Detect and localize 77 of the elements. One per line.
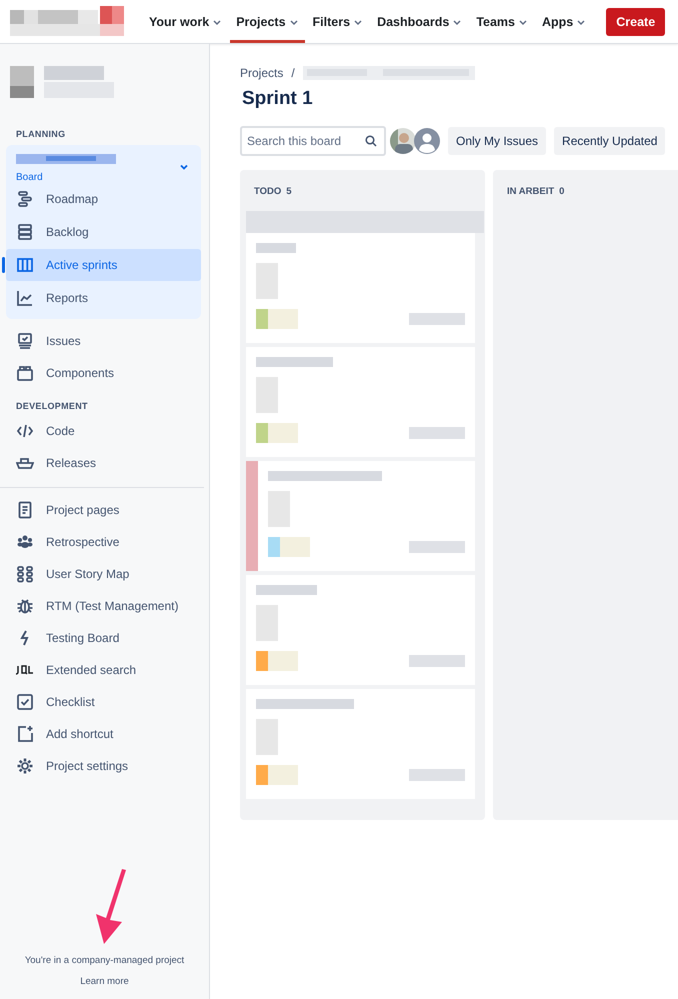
sidebar-item[interactable]: Testing Board: [0, 622, 209, 654]
columns-icon: [16, 256, 34, 274]
page-title: Sprint 1: [242, 88, 314, 110]
avatar-icon[interactable]: [414, 128, 440, 154]
people-icon: [16, 533, 34, 551]
redacted-text: [409, 313, 465, 325]
column-count: 0: [559, 186, 564, 197]
sidebar-item[interactable]: Code: [0, 415, 209, 447]
footer-text: You're in a company-managed project: [24, 955, 184, 966]
board-label: Board: [16, 172, 44, 183]
grid-icon: [16, 565, 34, 583]
sidebar-item[interactable]: RTM (Test Management): [0, 590, 209, 622]
column-title: IN ARBEIT: [507, 186, 554, 197]
sidebar-item[interactable]: Project settings: [0, 750, 209, 782]
search-icon: [365, 135, 377, 147]
issue-card[interactable]: [246, 461, 475, 571]
column-count: 5: [286, 186, 292, 197]
sidebar-item[interactable]: User Story Map: [0, 558, 209, 590]
nav-menu[interactable]: Dashboards: [371, 0, 468, 43]
sidebar-item[interactable]: Components: [0, 357, 209, 389]
redacted-text: [409, 655, 465, 667]
box-icon: [16, 364, 34, 382]
chart-icon: [16, 289, 34, 307]
redacted-text: [256, 719, 278, 755]
redacted-text: [268, 651, 298, 671]
settings-icon: [16, 757, 34, 775]
checkbox-icon: [16, 693, 34, 711]
sidebar-item[interactable]: Retrospective: [0, 526, 209, 558]
filter-button[interactable]: Only My Issues: [448, 127, 546, 155]
create-button[interactable]: Create: [606, 8, 666, 36]
sidebar-item[interactable]: Extended search: [0, 654, 209, 686]
redacted-text: [268, 309, 298, 329]
redacted-text: [256, 243, 296, 253]
sidebar-item[interactable]: Issues: [0, 325, 209, 357]
redacted-text: [268, 765, 298, 785]
breadcrumb-separator: /: [291, 66, 295, 80]
nav-menu[interactable]: Filters: [306, 0, 370, 43]
redacted-text: [280, 537, 310, 557]
redacted-text: [256, 585, 317, 595]
sidebar-item[interactable]: Reports: [6, 282, 201, 314]
learn-more-link[interactable]: Learn more: [80, 976, 129, 987]
sidebar-item[interactable]: Roadmap: [6, 183, 201, 215]
chevron-icon[interactable]: [179, 162, 189, 172]
nav-menu[interactable]: Apps: [536, 0, 592, 43]
issue-card[interactable]: [246, 233, 475, 343]
redacted-text: [409, 769, 465, 781]
bug-icon: [16, 597, 34, 615]
code-icon: [16, 422, 34, 440]
section-heading: DEVELOPMENT: [15, 400, 89, 413]
add-shortcut-icon: [16, 725, 34, 743]
section-heading: PLANNING: [15, 128, 66, 141]
issue-card[interactable]: [246, 347, 475, 457]
issue-card[interactable]: [246, 689, 475, 799]
stack-icon: [16, 223, 34, 241]
breadcrumb-link[interactable]: Projects: [240, 66, 284, 80]
sidebar-item[interactable]: Checklist: [0, 686, 209, 718]
redacted-text: [268, 423, 298, 443]
redacted-text: [256, 605, 278, 641]
roadmap-icon: [16, 190, 34, 208]
sidebar-item[interactable]: Backlog: [6, 216, 201, 248]
redacted-text: [409, 541, 465, 553]
nav-menu[interactable]: Your work: [143, 0, 228, 43]
document-icon: [16, 501, 34, 519]
nav-menu[interactable]: Projects: [230, 0, 305, 43]
redacted-text: [256, 377, 278, 413]
monitor-icon: [16, 332, 34, 350]
redacted-text: [409, 427, 465, 439]
redacted-text: [268, 491, 290, 527]
sidebar-item[interactable]: Releases: [0, 447, 209, 479]
filter-button[interactable]: Recently Updated: [554, 127, 666, 155]
sidebar-item[interactable]: Project pages: [0, 494, 209, 526]
nav-menu[interactable]: Teams: [470, 0, 534, 43]
issue-card[interactable]: [246, 575, 475, 685]
redacted-text: [256, 263, 278, 299]
sidebar-item[interactable]: Add shortcut: [0, 718, 209, 750]
search-field[interactable]: Search this board: [240, 126, 386, 156]
column-title: TODO: [254, 186, 282, 197]
